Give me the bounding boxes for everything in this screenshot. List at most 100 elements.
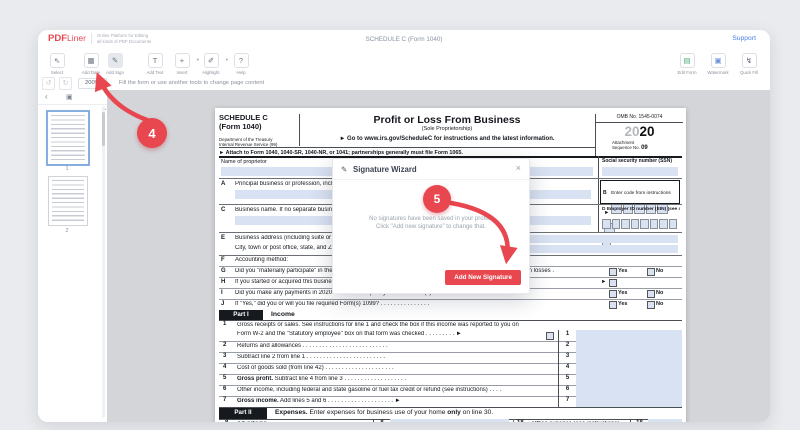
- top-bar: PDFLiner Online Platform for Editing all…: [38, 30, 770, 51]
- line-J-yes-checkbox[interactable]: [609, 301, 617, 309]
- ein-cell[interactable]: [621, 219, 630, 229]
- form-header-right: OMB No. 1545-0074 2020 Attachment Sequen…: [595, 114, 683, 156]
- line-G-yes-checkbox[interactable]: [609, 268, 617, 276]
- calendar-icon: ▦: [83, 53, 99, 68]
- part2-column-divider: [513, 419, 514, 422]
- plus-icon: +: [174, 53, 190, 68]
- chevron-down-icon: ▾: [225, 57, 228, 62]
- line-G-no-checkbox[interactable]: [647, 268, 655, 276]
- chevron-down-icon: ▾: [196, 57, 199, 62]
- support-link[interactable]: Support: [732, 35, 756, 42]
- watermark-button[interactable]: ▣ Watermark: [707, 53, 729, 75]
- line-G-label: G: [221, 268, 226, 274]
- tax-year: 2020: [624, 123, 655, 139]
- ssn-label: Social security number (SSN): [602, 158, 673, 164]
- pen-icon: ✎: [341, 165, 348, 174]
- line-H-label: H: [221, 279, 226, 285]
- signature-wizard-modal: ✎ Signature Wizard × No signatures have …: [332, 158, 530, 294]
- pages-sidebar: ‹ ▣ 1 2 ▴: [38, 90, 108, 422]
- question-icon: ?: [233, 53, 249, 68]
- insert-button[interactable]: + ▾ Insert: [171, 53, 199, 75]
- lightning-icon: ↯: [741, 53, 757, 68]
- ein-cell[interactable]: [611, 219, 620, 229]
- line-I-no-checkbox[interactable]: [647, 290, 655, 298]
- text-icon: T: [147, 53, 163, 68]
- form-header-center: Profit or Loss From Business (Sole Propr…: [299, 114, 595, 143]
- line-J-no-checkbox[interactable]: [647, 301, 655, 309]
- line-6-amount[interactable]: [576, 385, 682, 396]
- line-J-label: J: [221, 301, 225, 307]
- zoom-level-control[interactable]: 200%: [78, 77, 107, 89]
- edit-form-button[interactable]: ▤ Edit Form: [676, 53, 698, 75]
- income-line-7: 7 Gross income. Add lines 5 and 6 . . . …: [219, 396, 682, 408]
- document-title: SCHEDULE C (Form 1040): [365, 36, 443, 43]
- ein-cell[interactable]: [649, 219, 658, 229]
- line-2-amount[interactable]: [576, 341, 682, 352]
- ein-cell[interactable]: [668, 219, 677, 229]
- page-thumbnail-1[interactable]: [46, 110, 90, 166]
- add-text-button[interactable]: T Add Text: [144, 53, 166, 75]
- expense-line-8: 8 Advertising . . . . . 8: [219, 419, 509, 422]
- add-sign-button[interactable]: ✎ Add Sign: [104, 53, 126, 75]
- form-title: Profit or Loss From Business: [373, 114, 521, 126]
- statutory-employee-checkbox[interactable]: [546, 332, 554, 340]
- screen: PDFLiner Online Platform for Editing all…: [0, 0, 800, 430]
- ein-cell[interactable]: [659, 219, 668, 229]
- brand-tagline: Online Platform for Editing all kinds of…: [96, 33, 152, 44]
- thumbnail-preview: [51, 115, 85, 161]
- help-button[interactable]: ? Help: [230, 53, 252, 75]
- line-8-amount[interactable]: [390, 419, 509, 422]
- modal-header: ✎ Signature Wizard ×: [333, 159, 529, 180]
- highlight-button[interactable]: ✐ ▾ Highlight: [200, 53, 228, 75]
- brand-text: PDFLiner: [48, 33, 86, 44]
- line-5-amount[interactable]: [576, 374, 682, 385]
- ein-cell[interactable]: [630, 219, 639, 229]
- income-line-1: 1 Gross receipts or sales. See instructi…: [219, 320, 682, 342]
- line-F-label: F: [221, 257, 225, 263]
- close-icon[interactable]: ×: [516, 163, 521, 173]
- line-18-amount[interactable]: [648, 419, 682, 422]
- line-C-label: C: [221, 207, 226, 213]
- line-4-amount[interactable]: [576, 363, 682, 374]
- expense-line-18: 18 Office expense (see instructions) 18: [517, 419, 682, 422]
- collapse-sidebar-icon[interactable]: ‹: [45, 92, 48, 101]
- line-I-yes-checkbox[interactable]: [609, 290, 617, 298]
- ein-cell[interactable]: [602, 219, 611, 229]
- form-grid-icon: ▤: [679, 53, 695, 68]
- pdfliner-logo[interactable]: PDFLiner Online Platform for Editing all…: [48, 33, 151, 44]
- line-7-amount[interactable]: [576, 396, 682, 407]
- redo-button[interactable]: ↻: [59, 76, 72, 90]
- logo-divider: [90, 33, 92, 44]
- thumbnail-preview: [52, 180, 84, 222]
- sub-toolbar: ↺ ↻ 200% Fill the form or use another to…: [38, 76, 770, 91]
- toolbar-hint-text: Fill the form or use another tools to ch…: [118, 80, 265, 86]
- line-H-checkbox[interactable]: [609, 279, 617, 287]
- line-1-amount[interactable]: [576, 330, 682, 341]
- pages-icon[interactable]: ▣: [66, 93, 73, 101]
- add-new-signature-button[interactable]: Add New Signature: [445, 270, 521, 285]
- page-number-2: 2: [65, 228, 69, 234]
- pen-icon: ✎: [107, 53, 123, 68]
- ein-cell[interactable]: [640, 219, 649, 229]
- step-4-badge: 4: [137, 118, 167, 148]
- step-5-badge: 5: [423, 185, 451, 213]
- quick-fill-button[interactable]: ↯ Quick Fill: [738, 53, 760, 75]
- modal-empty-message: No signatures have been saved in your pr…: [369, 216, 493, 230]
- add-date-button[interactable]: ▦ Add Date: [80, 53, 102, 75]
- line-E-label: E: [221, 235, 226, 241]
- line-3-amount[interactable]: [576, 352, 682, 363]
- highlighter-icon: ✐: [203, 53, 219, 68]
- ssn-input[interactable]: [602, 167, 678, 176]
- page-thumbnail-2[interactable]: [48, 176, 88, 226]
- toolbar: ⇖ Select ▦ Add Date ✎ Add Sign T Add Tex…: [38, 50, 770, 77]
- modal-title: Signature Wizard: [353, 165, 417, 174]
- line-B-box: B Enter code from instructions ►: [600, 180, 680, 233]
- select-tool-button[interactable]: ⇖ Select: [46, 53, 68, 75]
- column-divider: [598, 156, 599, 232]
- line-D-label: D Employer ID number (EIN) (see instr.): [602, 207, 680, 212]
- sidebar-scrollbar-thumb[interactable]: [102, 112, 105, 146]
- undo-button[interactable]: ↺: [42, 76, 55, 90]
- sidebar-header: ‹ ▣: [38, 90, 107, 105]
- cursor-icon: ⇖: [49, 53, 65, 68]
- line-A-label: A: [221, 181, 226, 187]
